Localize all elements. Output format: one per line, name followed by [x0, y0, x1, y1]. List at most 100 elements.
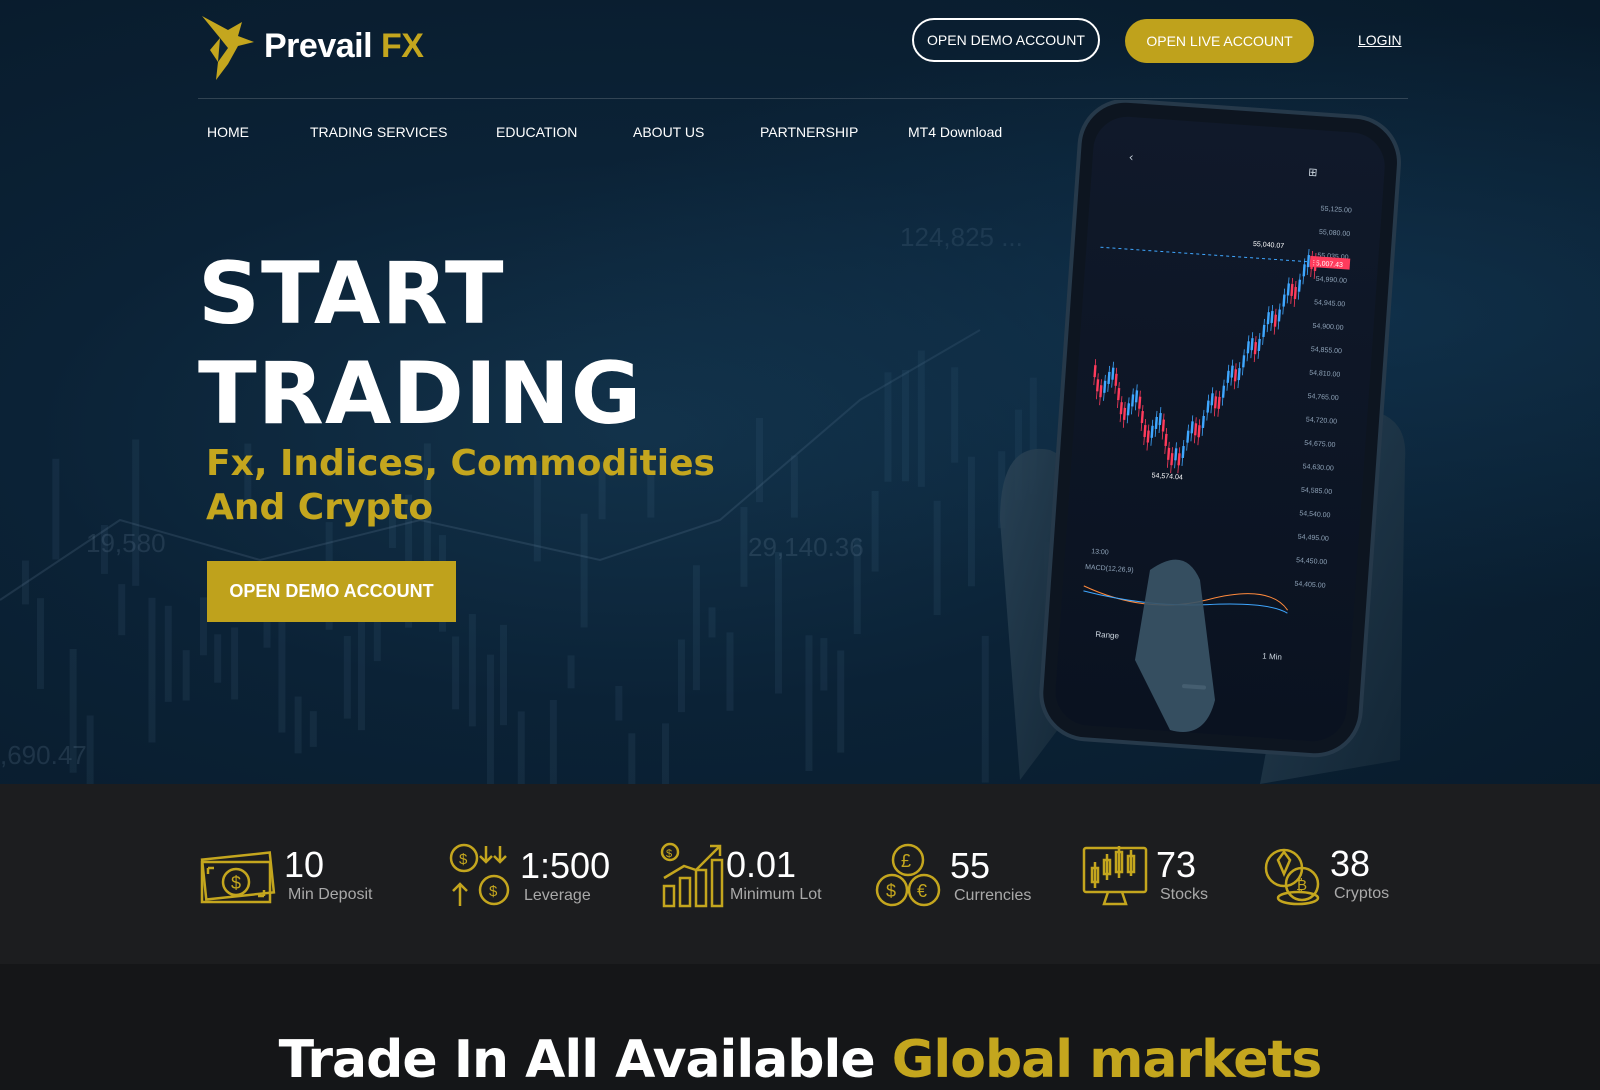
- stat-currencies: £ $ € 55 Currencies: [874, 842, 1031, 910]
- hero-subtitle: Fx, Indices, Commodities And Crypto: [206, 443, 715, 528]
- svg-text:£: £: [901, 851, 911, 871]
- svg-text:$: $: [459, 851, 468, 868]
- svg-text:$: $: [886, 881, 896, 901]
- bg-candle: [486, 654, 494, 784]
- svg-text:₿: ₿: [1296, 877, 1307, 894]
- bg-candle: [231, 627, 239, 700]
- bg-candle: [500, 624, 508, 726]
- bg-candle: [726, 632, 734, 711]
- bg-candle: [148, 597, 156, 743]
- stat-value: 1:500: [520, 845, 611, 886]
- bg-candle: [343, 636, 351, 719]
- currency-coins-icon: £ $ €: [875, 843, 941, 907]
- stat-value: 38: [1330, 843, 1371, 884]
- stock-monitor-icon: [1082, 846, 1148, 906]
- cash-icon: $: [200, 851, 276, 904]
- phone-mockup: 55,125.00 55,080.00 55,035.00 54,990.00 54,9…: [960, 98, 1440, 784]
- stat-minimum-lot: $ 0.01 Minimum Lot: [660, 842, 822, 908]
- bg-candle: [708, 607, 716, 638]
- time-axis-label: 13:00: [1091, 548, 1109, 556]
- bg-candle: [214, 634, 222, 683]
- back-icon: ‹: [1128, 150, 1134, 164]
- stat-stocks: 73 Stocks: [1082, 842, 1208, 908]
- brand-name: Prevail FX: [264, 26, 424, 65]
- bg-candle: [661, 723, 669, 784]
- range-label: Range: [1095, 630, 1120, 641]
- stat-label: Leverage: [524, 887, 591, 904]
- bg-candle: [692, 565, 700, 691]
- stat-min-deposit: $ 10 Min Deposit: [200, 842, 372, 908]
- bg-candle: [567, 655, 575, 689]
- stat-leverage: $ $ 1:500 Leverage: [446, 842, 610, 910]
- bg-ticker: 19,580: [86, 528, 166, 558]
- stat-label: Currencies: [954, 887, 1032, 904]
- bg-ticker: ,690.47: [0, 740, 87, 770]
- interval-label: 1 Min: [1262, 652, 1282, 662]
- bg-candle: [132, 439, 140, 586]
- phone-illustration: 55,125.0055,080.0055,035.0054,990.0054,9…: [1000, 98, 1406, 784]
- bg-candle: [917, 350, 925, 487]
- stats-bar: $ 10 Min Deposit $ $ 1:500 Leverage $ 0.…: [0, 784, 1600, 964]
- section-title: Trade In All Available Global markets: [278, 1030, 1323, 1090]
- bg-candle: [36, 598, 44, 689]
- svg-text:$: $: [666, 848, 672, 860]
- header-divider: [198, 98, 1408, 99]
- bg-candle: [790, 455, 798, 518]
- bg-candle: [615, 686, 623, 721]
- crypto-coins-icon: ₿: [1264, 848, 1320, 906]
- bg-candle: [517, 711, 525, 784]
- hero-open-demo-button[interactable]: OPEN DEMO ACCOUNT: [207, 561, 456, 622]
- bg-candle: [951, 367, 959, 463]
- login-link[interactable]: LOGIN: [1358, 32, 1402, 48]
- bg-candle: [118, 584, 126, 636]
- bg-candle: [468, 614, 476, 727]
- grid-icon: ⊞: [1308, 166, 1318, 180]
- nav-item-mt4-download[interactable]: MT4 Download: [908, 124, 1002, 140]
- bg-candle: [549, 699, 557, 784]
- hero-title: START TRADING: [198, 244, 643, 444]
- svg-text:$: $: [231, 873, 241, 893]
- bg-candle: [452, 636, 460, 710]
- nav-item-home[interactable]: HOME: [207, 124, 310, 140]
- main-nav: HOME TRADING SERVICES EDUCATION ABOUT US…: [207, 124, 1002, 140]
- hero-section: 124,825 ... 19,580 29,140.36 ,690.47 Pre…: [0, 0, 1600, 784]
- leverage-coins-icon: $ $: [449, 843, 510, 906]
- stat-value: 10: [284, 844, 325, 885]
- stat-value: 55: [950, 845, 991, 886]
- bg-candle: [628, 733, 636, 784]
- nav-item-about-us[interactable]: ABOUT US: [633, 124, 760, 140]
- nav-item-education[interactable]: EDUCATION: [496, 124, 633, 140]
- bull-logo-icon: [202, 16, 254, 80]
- bg-candle: [774, 551, 782, 694]
- bg-candle: [52, 458, 60, 560]
- stat-label: Cryptos: [1334, 885, 1390, 902]
- nav-item-partnership[interactable]: PARTNERSHIP: [760, 124, 908, 140]
- open-demo-account-button[interactable]: OPEN DEMO ACCOUNT: [912, 18, 1100, 62]
- stat-value: 0.01: [726, 844, 797, 885]
- growth-chart-icon: $: [660, 842, 724, 908]
- stat-label: Minimum Lot: [730, 886, 822, 903]
- markets-section: Trade In All Available Global markets: [0, 964, 1600, 1090]
- nav-item-trading-services[interactable]: TRADING SERVICES: [310, 124, 496, 140]
- bg-candle: [820, 638, 828, 691]
- bg-candle: [901, 369, 909, 482]
- bg-candle: [86, 715, 94, 784]
- bg-candle: [580, 513, 588, 628]
- bg-candle: [309, 711, 317, 747]
- svg-text:€: €: [917, 881, 927, 901]
- svg-text:$: $: [489, 883, 498, 900]
- bg-candle: [805, 635, 813, 772]
- bg-candle: [740, 507, 748, 587]
- bg-candle: [677, 639, 685, 713]
- bg-candle: [164, 605, 172, 702]
- bg-candle: [294, 696, 302, 754]
- bg-ticker: 29,140.36: [748, 532, 864, 562]
- bg-candle: [933, 500, 941, 616]
- stat-label: Stocks: [1160, 886, 1209, 903]
- stat-value: 73: [1156, 844, 1197, 885]
- brand-logo[interactable]: Prevail FX: [198, 12, 424, 80]
- bg-candle: [182, 650, 190, 701]
- bg-candle: [278, 611, 286, 733]
- bg-candle: [837, 650, 845, 753]
- open-live-account-button[interactable]: OPEN LIVE ACCOUNT: [1125, 19, 1314, 63]
